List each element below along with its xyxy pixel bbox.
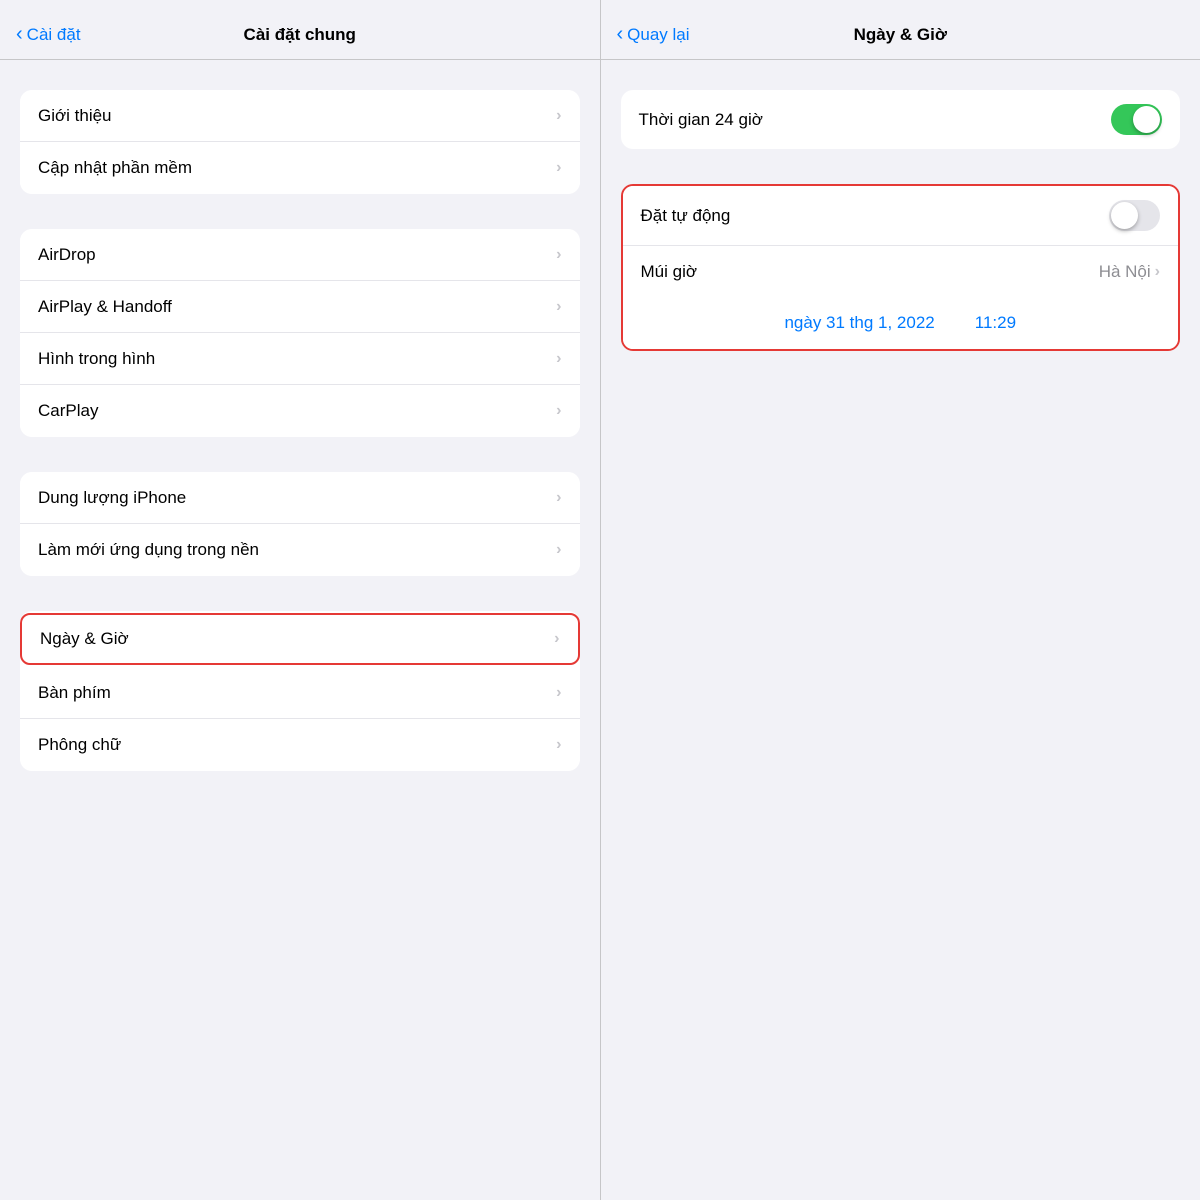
dungluo-chevron: › bbox=[556, 489, 561, 507]
lammoi-chevron: › bbox=[556, 541, 561, 559]
phongchu-chevron: › bbox=[556, 736, 561, 754]
airplay-right: › bbox=[556, 298, 561, 316]
banphim-right: › bbox=[556, 684, 561, 702]
phongchu-label: Phông chữ bbox=[38, 735, 121, 755]
thoigian24h-label: Thời gian 24 giờ bbox=[639, 110, 763, 130]
carplay-label: CarPlay bbox=[38, 401, 98, 421]
gioithieu-right: › bbox=[556, 107, 561, 125]
banphim-label: Bàn phím bbox=[38, 683, 111, 703]
muigio-value-container: Hà Nội › bbox=[1099, 262, 1160, 282]
gioithieu-chevron: › bbox=[556, 107, 561, 125]
lammoi-right: › bbox=[556, 541, 561, 559]
thoigian24h-group: Thời gian 24 giờ bbox=[621, 90, 1181, 149]
carplay-right: › bbox=[556, 402, 561, 420]
capnhat-label: Cập nhật phần mềm bbox=[38, 158, 192, 178]
settings-group-2: AirDrop › AirPlay & Handoff › Hình trong… bbox=[20, 229, 580, 437]
thoigian24h-toggle-knob bbox=[1133, 106, 1160, 133]
capnhat-right: › bbox=[556, 159, 561, 177]
thoigian24h-toggle[interactable] bbox=[1111, 104, 1162, 135]
banphim-chevron: › bbox=[556, 684, 561, 702]
datetime-row: ngày 31 thg 1, 2022 11:29 bbox=[623, 297, 1179, 349]
airdrop-chevron: › bbox=[556, 246, 561, 264]
settings-item-airdrop[interactable]: AirDrop › bbox=[20, 229, 580, 281]
settings-item-hinhtrong[interactable]: Hình trong hình › bbox=[20, 333, 580, 385]
left-nav-bar: ‹ Cài đặt Cài đặt chung bbox=[0, 0, 600, 60]
settings-item-capnhat[interactable]: Cập nhật phần mềm › bbox=[20, 142, 580, 194]
phongchu-right: › bbox=[556, 736, 561, 754]
settings-group-4: Ngày & Giờ › Bàn phím › Phông chữ › bbox=[20, 611, 580, 771]
left-panel: ‹ Cài đặt Cài đặt chung Giới thiệu › Cập… bbox=[0, 0, 601, 1200]
right-content: Thời gian 24 giờ Đặt tự động Múi giờ Hà … bbox=[601, 60, 1200, 1200]
right-nav-back[interactable]: ‹ Quay lại bbox=[617, 24, 690, 46]
ngaygio-label: Ngày & Giờ bbox=[40, 629, 129, 649]
hinhtrong-right: › bbox=[556, 350, 561, 368]
time-value[interactable]: 11:29 bbox=[975, 313, 1016, 333]
right-panel: ‹ Quay lại Ngày & Giờ Thời gian 24 giờ Đ… bbox=[601, 0, 1200, 1200]
settings-item-dungluo[interactable]: Dung lượng iPhone › bbox=[20, 472, 580, 524]
dungluo-label: Dung lượng iPhone bbox=[38, 488, 186, 508]
hinhtrong-label: Hình trong hình bbox=[38, 349, 155, 369]
muigio-row[interactable]: Múi giờ Hà Nội › bbox=[623, 245, 1179, 297]
right-back-chevron-icon: ‹ bbox=[617, 23, 624, 46]
settings-group-1: Giới thiệu › Cập nhật phần mềm › bbox=[20, 90, 580, 194]
right-nav-bar: ‹ Quay lại Ngày & Giờ bbox=[601, 0, 1200, 60]
right-nav-title: Ngày & Giờ bbox=[854, 25, 947, 45]
ngaygio-chevron: › bbox=[554, 630, 559, 648]
date-value[interactable]: ngày 31 thg 1, 2022 bbox=[784, 313, 934, 333]
settings-item-phongchu[interactable]: Phông chữ › bbox=[20, 719, 580, 771]
right-back-label: Quay lại bbox=[627, 25, 689, 45]
dattudong-label: Đặt tự động bbox=[641, 206, 731, 226]
settings-item-airplay[interactable]: AirPlay & Handoff › bbox=[20, 281, 580, 333]
muigio-label: Múi giờ bbox=[641, 262, 698, 282]
carplay-chevron: › bbox=[556, 402, 561, 420]
dattudong-group: Đặt tự động Múi giờ Hà Nội › ngày 31 thg… bbox=[621, 184, 1181, 351]
airdrop-label: AirDrop bbox=[38, 245, 96, 265]
dattudong-toggle-knob bbox=[1111, 202, 1138, 229]
ngaygio-right: › bbox=[554, 630, 559, 648]
settings-item-gioithieu[interactable]: Giới thiệu › bbox=[20, 90, 580, 142]
dattudong-row: Đặt tự động bbox=[623, 186, 1179, 245]
airplay-chevron: › bbox=[556, 298, 561, 316]
back-chevron-icon: ‹ bbox=[16, 23, 23, 46]
dungluo-right: › bbox=[556, 489, 561, 507]
left-back-label: Cài đặt bbox=[27, 25, 81, 45]
gioithieu-label: Giới thiệu bbox=[38, 106, 112, 126]
settings-item-banphim[interactable]: Bàn phím › bbox=[20, 667, 580, 719]
dattudong-toggle[interactable] bbox=[1109, 200, 1160, 231]
lammoi-label: Làm mới ứng dụng trong nền bbox=[38, 540, 259, 560]
capnhat-chevron: › bbox=[556, 159, 561, 177]
thoigian24h-row: Thời gian 24 giờ bbox=[621, 90, 1181, 149]
muigio-chevron: › bbox=[1155, 263, 1160, 281]
left-nav-back[interactable]: ‹ Cài đặt bbox=[16, 24, 81, 46]
left-content: Giới thiệu › Cập nhật phần mềm › AirDrop… bbox=[0, 60, 600, 1200]
settings-group-3: Dung lượng iPhone › Làm mới ứng dụng tro… bbox=[20, 472, 580, 576]
settings-item-ngaygio[interactable]: Ngày & Giờ › bbox=[20, 613, 580, 665]
left-nav-title: Cài đặt chung bbox=[244, 25, 356, 45]
settings-item-lammoi[interactable]: Làm mới ứng dụng trong nền › bbox=[20, 524, 580, 576]
airplay-label: AirPlay & Handoff bbox=[38, 297, 172, 317]
airdrop-right: › bbox=[556, 246, 561, 264]
hinhtrong-chevron: › bbox=[556, 350, 561, 368]
settings-item-carplay[interactable]: CarPlay › bbox=[20, 385, 580, 437]
muigio-value: Hà Nội bbox=[1099, 262, 1151, 282]
